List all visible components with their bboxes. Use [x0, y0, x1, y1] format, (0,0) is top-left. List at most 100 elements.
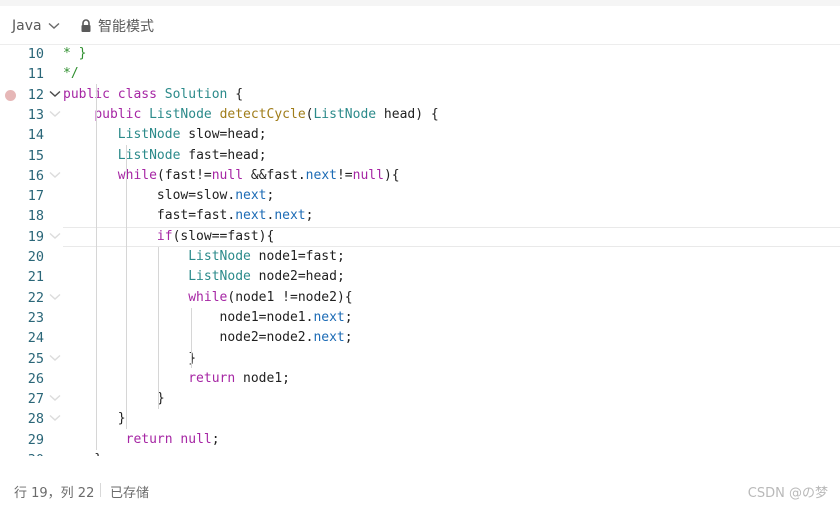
status-divider: [100, 483, 101, 497]
code-line[interactable]: 12 public class Solution {: [0, 85, 840, 105]
code-token: (slow==fast){: [172, 228, 275, 244]
smart-mode-indicator[interactable]: 智能模式: [80, 16, 154, 36]
editor-toolbar: Java 智能模式: [0, 6, 840, 45]
fold-chevron-icon[interactable]: [49, 232, 61, 240]
code-token: }: [63, 452, 102, 456]
code-text: node1=node1.next;: [63, 310, 353, 325]
code-line[interactable]: 13 public ListNode detectCycle(ListNode …: [0, 105, 840, 125]
language-select[interactable]: Java: [12, 16, 60, 36]
line-number: 22: [27, 289, 44, 306]
save-status: 已存储: [110, 486, 150, 501]
code-token: */: [63, 66, 79, 82]
code-token: return: [125, 431, 173, 447]
code-token: node1=fast;: [250, 249, 345, 264]
chevron-down-icon: [48, 22, 60, 30]
code-token: while: [188, 289, 228, 305]
fold-chevron-icon[interactable]: [49, 394, 61, 402]
code-token: null: [180, 431, 212, 447]
code-text: ListNode fast=head;: [63, 148, 267, 163]
code-token: slow=head;: [180, 127, 267, 143]
code-token: ;: [211, 431, 220, 447]
code-token: node2=node2.: [63, 330, 314, 346]
code-text: * }: [63, 46, 86, 61]
code-token: class: [117, 86, 157, 102]
code-token: !=: [336, 167, 353, 183]
line-number: 28: [27, 411, 44, 428]
fold-chevron-icon[interactable]: [49, 110, 61, 118]
cursor-position: 行 19，列 22: [14, 486, 95, 501]
indent-guide: [126, 145, 127, 430]
line-number: 13: [27, 106, 44, 123]
code-text: while(node1 !=node2){: [63, 289, 353, 305]
code-line[interactable]: 14 ListNode slow=head;: [0, 125, 840, 145]
code-token: ;: [344, 309, 353, 325]
line-number: 14: [27, 127, 44, 144]
code-token: head) {: [376, 106, 439, 122]
code-text: }: [63, 452, 102, 456]
code-token: next: [313, 330, 345, 346]
line-number: 25: [27, 350, 44, 367]
line-number: 17: [27, 188, 44, 205]
code-token: ListNode: [188, 269, 251, 285]
code-token: }: [63, 411, 126, 427]
fold-chevron-icon[interactable]: [49, 354, 61, 362]
code-token: Solution: [164, 86, 228, 102]
code-token: ;: [305, 208, 314, 224]
line-number: 16: [27, 167, 44, 184]
line-number: 21: [27, 269, 44, 286]
code-line[interactable]: 30 }: [0, 450, 840, 456]
lock-icon: [80, 19, 92, 33]
code-token: ListNode: [149, 106, 212, 122]
code-editor[interactable]: 10 * } 11 */12 public class Solution {13 pub…: [0, 44, 840, 456]
line-number: 18: [27, 208, 44, 225]
code-text: ListNode node2=head;: [63, 269, 345, 284]
indent-guide: [158, 246, 159, 410]
fold-chevron-icon[interactable]: [49, 293, 61, 301]
code-line[interactable]: 10 * }: [0, 44, 840, 64]
line-number: 15: [27, 147, 44, 164]
code-token: next: [313, 309, 345, 325]
line-number: 29: [27, 431, 44, 448]
code-text: }: [63, 351, 196, 366]
code-text: */: [63, 66, 79, 81]
code-token: (fast!=: [156, 167, 212, 183]
line-number: 27: [27, 391, 44, 408]
code-token: next: [235, 208, 267, 224]
fold-chevron-icon[interactable]: [49, 414, 61, 422]
fold-chevron-icon[interactable]: [49, 90, 61, 98]
code-text: return null;: [63, 432, 220, 447]
line-number: 24: [27, 330, 44, 347]
status-bar: 行 19，列 22 已存储 CSDN @の梦: [0, 472, 840, 506]
code-text: }: [63, 391, 165, 406]
code-token: }: [63, 350, 197, 366]
fold-chevron-icon[interactable]: [49, 171, 61, 179]
code-token: return: [188, 370, 236, 386]
code-token: fast=head;: [180, 147, 267, 163]
code-text: }: [63, 411, 126, 426]
code-token: ){: [383, 167, 400, 183]
code-token: }: [63, 391, 165, 407]
code-token: slow=slow.: [63, 188, 236, 204]
code-text: return node1;: [63, 371, 290, 386]
code-text: slow=slow.next;: [63, 188, 274, 203]
code-token: &&fast.: [243, 167, 306, 183]
code-token: {: [227, 86, 244, 102]
code-token: next: [274, 208, 306, 224]
code-line[interactable]: 29 return null;: [0, 430, 840, 450]
code-token: ListNode: [313, 106, 377, 122]
code-token: (node1 !=node2){: [227, 289, 353, 305]
code-token: fast=fast.: [63, 208, 236, 224]
indent-guide: [96, 84, 97, 450]
line-number: 10: [27, 46, 44, 62]
code-token: next: [235, 188, 267, 204]
code-token: node2=head;: [250, 269, 345, 285]
code-line[interactable]: 11 */: [0, 64, 840, 84]
code-token: null: [211, 167, 244, 183]
